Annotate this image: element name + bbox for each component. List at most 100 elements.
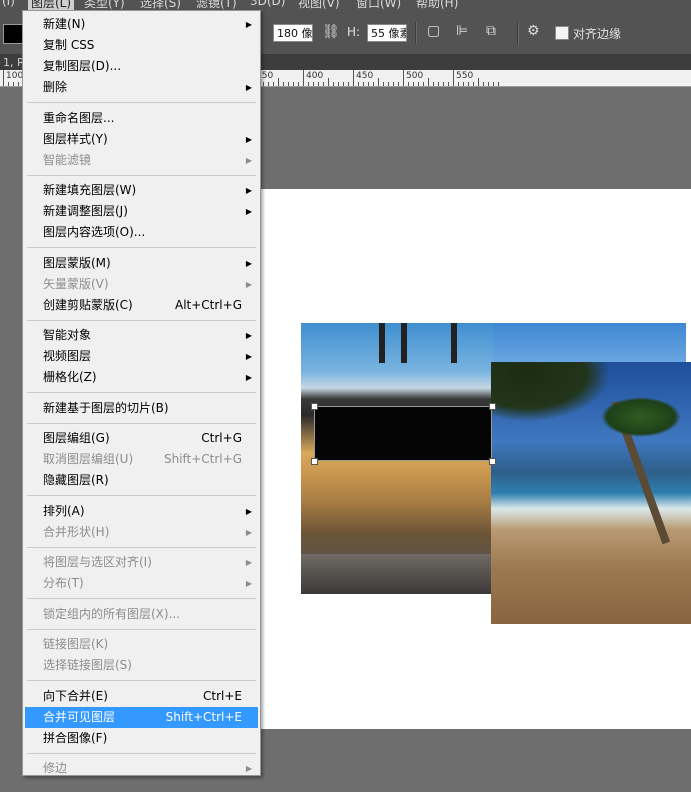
menu-item[interactable]: 排列(A) ▶ (25, 501, 258, 522)
black-rectangle-shape[interactable] (314, 406, 492, 461)
ruler-minor-tick (488, 82, 489, 86)
church-tower (379, 323, 385, 363)
transform-handle[interactable] (311, 458, 318, 465)
menu-item[interactable]: 复制 CSS (25, 35, 258, 56)
menu-item-label: 合并可见图层 (43, 709, 116, 724)
menu-item-label: 取消图层编组(U) (43, 452, 134, 466)
ruler-minor-tick (483, 82, 484, 86)
menubar-item[interactable]: 视图(V) (298, 0, 340, 10)
menu-item[interactable]: 视频图层 ▶ (25, 346, 258, 367)
link-icon[interactable]: ⛓ (322, 24, 340, 40)
transform-handle[interactable] (311, 403, 318, 410)
menu-item-label: 分布(T) (43, 576, 84, 590)
transform-handle[interactable] (489, 403, 496, 410)
ruler-major-tick (3, 70, 4, 86)
options-divider (415, 22, 417, 44)
city-plaza (301, 554, 493, 594)
ruler-minor-tick (423, 82, 424, 86)
menu-item[interactable]: 拼合图像(F) (25, 728, 258, 749)
align-edges-checkbox[interactable] (555, 26, 569, 40)
menu-item[interactable]: 删除 ▶ (25, 77, 258, 98)
layer-dropdown-menu: 新建(N) ▶ 复制 CSS 复制图层(D)... 删除 ▶ 重命名图层... 图层样式(Y)… (22, 10, 261, 776)
menu-item[interactable]: 图层样式(Y) ▶ (25, 129, 258, 150)
ruler-minor-tick (413, 82, 414, 86)
menu-item[interactable]: 栅格化(Z) ▶ (25, 367, 258, 388)
menu-item: 矢量蒙版(V) ▶ (25, 274, 258, 295)
menu-item[interactable]: 向下合并(E) Ctrl+E (25, 686, 258, 707)
menu-item: 链接图层(K) (25, 634, 258, 655)
options-divider (517, 22, 519, 44)
ruler-minor-tick (373, 82, 374, 86)
menu-item: 分布(T) ▶ (25, 573, 258, 594)
menu-item[interactable]: 新建填充图层(W) ▶ (25, 180, 258, 201)
ruler-label: 400 (306, 71, 324, 81)
ruler-minor-tick (263, 82, 264, 86)
menu-separator (27, 680, 256, 681)
menu-item-label: 智能对象 (43, 328, 92, 342)
menubar-item[interactable]: 类型(Y) (84, 0, 125, 10)
gear-icon[interactable]: ⚙ (527, 23, 540, 39)
ruler-minor-tick (288, 82, 289, 86)
menubar-item[interactable]: 图层(L) (28, 0, 75, 10)
submenu-arrow-icon: ▶ (245, 207, 252, 216)
menu-item[interactable]: 重命名图层... (25, 108, 258, 129)
ruler-minor-tick (348, 82, 349, 86)
menu-item-label: 修边 (43, 761, 68, 775)
menu-item[interactable]: 合并可见图层 Shift+Ctrl+E (25, 706, 258, 728)
menu-item-label: 新建填充图层(W) (43, 183, 137, 197)
menubar-item[interactable]: 3D(D) (250, 0, 285, 8)
menu-item-label: 将图层与选区对齐(I) (43, 555, 152, 569)
height-input[interactable]: 55 像素 (367, 24, 407, 42)
menu-separator (27, 247, 256, 248)
sky-photo-layer[interactable] (493, 323, 686, 363)
ruler-major-tick (453, 70, 454, 86)
ruler-minor-tick (393, 82, 394, 86)
menu-item[interactable]: 复制图层(D)... (25, 56, 258, 77)
menu-item[interactable]: 图层编组(G) Ctrl+G (25, 428, 258, 449)
ruler-minor-tick (428, 78, 429, 86)
menu-separator (27, 628, 256, 630)
ruler-major-tick (353, 70, 354, 86)
menubar-item[interactable]: 选择(S) (140, 0, 181, 10)
ruler-minor-tick (388, 82, 389, 86)
menu-item[interactable]: 新建基于图层的切片(B) (25, 398, 258, 419)
path-arrangement-icon[interactable]: ⧉ (486, 23, 496, 39)
ruler-minor-tick (468, 82, 469, 86)
menu-item[interactable]: 智能对象 ▶ (25, 325, 258, 346)
menubar-item[interactable]: (I) (2, 0, 15, 8)
menu-item-shortcut: Shift+Ctrl+G (163, 452, 242, 466)
ruler-minor-tick (338, 82, 339, 86)
menu-item[interactable]: 隐藏图层(R) (25, 470, 258, 491)
menu-item-label: 隐藏图层(R) (43, 473, 109, 487)
height-label: H: (347, 25, 361, 39)
menu-item-label: 复制图层(D)... (43, 59, 122, 73)
menu-item-label: 图层编组(G) (43, 431, 110, 445)
menubar-item[interactable]: 滤镜(T) (196, 0, 237, 10)
width-input[interactable]: 180 像素 (273, 24, 313, 42)
palm-leaves (491, 362, 611, 422)
ruler-minor-tick (363, 82, 364, 86)
menu-item-label: 新建调整图层(J) (43, 204, 128, 218)
path-operations-icon[interactable]: ▢ (427, 23, 440, 39)
transform-handle[interactable] (489, 458, 496, 465)
ruler-minor-tick (283, 82, 284, 86)
menu-item[interactable]: 新建调整图层(J) ▶ (25, 201, 258, 222)
path-alignment-icon[interactable]: ⊫ (456, 23, 468, 39)
menu-item[interactable]: 图层蒙版(M) ▶ (25, 253, 258, 274)
ruler-minor-tick (463, 82, 464, 86)
ruler-minor-tick (493, 82, 494, 86)
ruler-minor-tick (473, 82, 474, 86)
menu-item[interactable]: 创建剪贴蒙版(C) Alt+Ctrl+G (25, 295, 258, 316)
menubar-item[interactable]: 帮助(H) (416, 0, 458, 10)
menubar-item[interactable]: 窗口(W) (356, 0, 401, 10)
menu-item[interactable]: 图层内容选项(O)... (25, 222, 258, 243)
menu-item-label: 栅格化(Z) (43, 370, 97, 384)
menu-item-label: 选择链接图层(S) (43, 658, 132, 672)
menu-item-label: 重命名图层... (43, 110, 115, 125)
menu-item[interactable]: 新建(N) ▶ (25, 14, 258, 35)
menu-item: 合并形状(H) ▶ (25, 522, 258, 543)
beach-photo-layer[interactable] (491, 362, 691, 624)
ruler-minor-tick (308, 82, 309, 86)
submenu-arrow-icon: ▶ (245, 186, 252, 195)
menu-item-label: 图层蒙版(M) (43, 255, 111, 270)
